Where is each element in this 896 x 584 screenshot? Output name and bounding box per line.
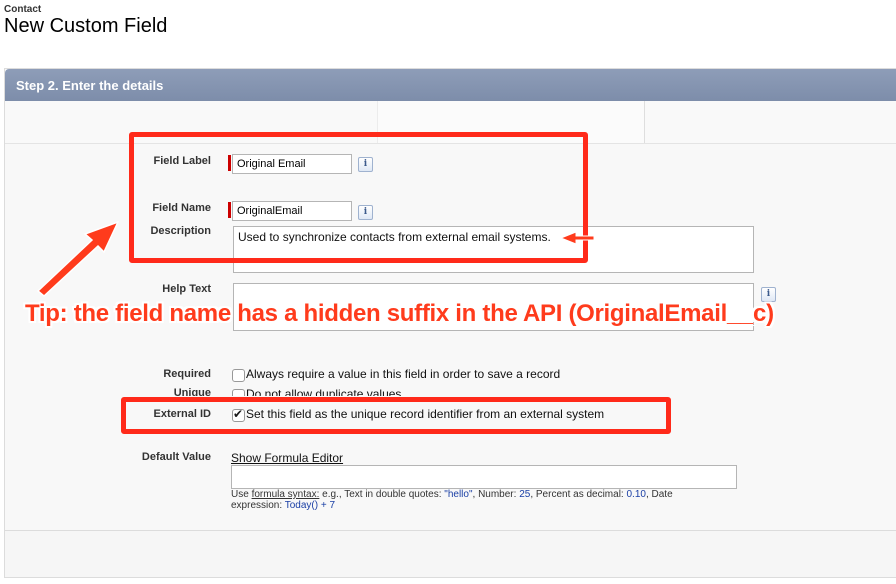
annotation-arrows	[36, 220, 595, 297]
arrow-icon	[559, 231, 595, 245]
arrow-icon	[36, 220, 120, 297]
tip-annotation: Tip: the field name has a hidden suffix …	[25, 300, 774, 327]
